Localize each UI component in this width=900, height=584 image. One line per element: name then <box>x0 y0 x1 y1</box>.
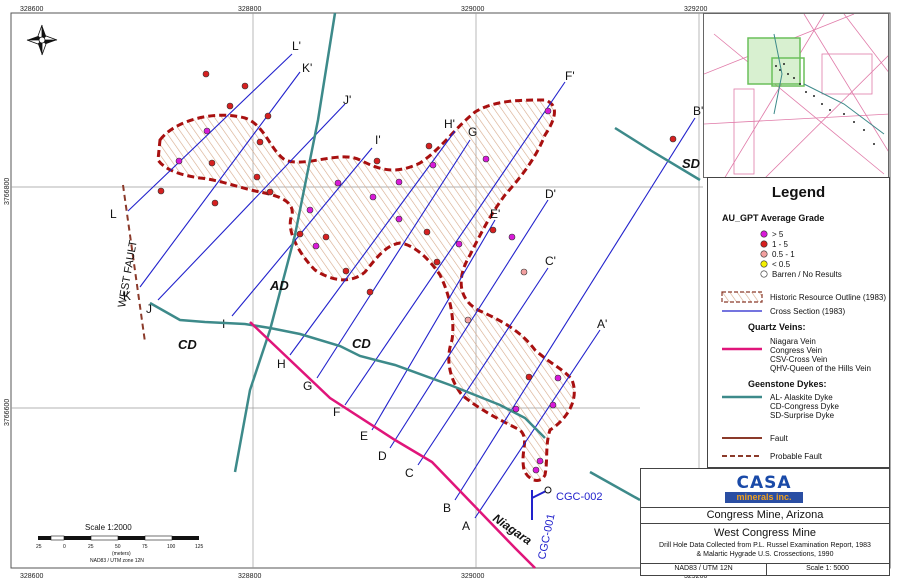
grid-label-x-bottom: 329000 <box>461 573 484 580</box>
map-source-line-1: Drill Hole Data Collected from P.L. Russ… <box>659 542 871 549</box>
section-label-end: H' <box>444 117 455 131</box>
grid-label-y: 3766800 <box>4 178 11 205</box>
map-location: Congress Mine, Arizona <box>706 509 824 521</box>
section-label-end: J' <box>343 93 351 107</box>
map-datum: NAD83 / UTM 12N <box>674 565 733 572</box>
legend-quartz-item: CSV-Cross Vein <box>770 355 828 364</box>
legend-grade-item: < 0.5 <box>772 260 791 269</box>
legend-grade-item: Barren / No Results <box>772 270 842 279</box>
drill-hole-collar <box>544 486 552 494</box>
section-label-end: G <box>468 125 477 139</box>
section-label-end: B' <box>693 104 703 118</box>
section-label-end: L' <box>292 39 301 53</box>
section-label-start: D <box>378 449 387 463</box>
dyke-label-cd: CD <box>352 336 371 351</box>
dyke-label-cd: CD <box>178 337 197 352</box>
drill-hole-label-cgc-002: CGC-002 <box>556 491 602 503</box>
section-label-start: H <box>277 357 286 371</box>
section-label-start: F <box>333 405 340 419</box>
legend-dyke-item: SD-Surprise Dyke <box>770 411 835 420</box>
section-label-end: K' <box>302 61 312 75</box>
legend-quartz-item: Niagara Vein <box>770 337 816 346</box>
map-source-line-2: & Malartic Hygrade U.S. Crossections, 19… <box>696 551 834 558</box>
legend-cross-section: Cross Section (1983) <box>770 307 846 316</box>
scale-bar-title: Scale 1:2000 <box>85 523 132 532</box>
section-label-start: B <box>443 501 451 515</box>
section-label-start: A <box>462 519 470 533</box>
section-label-start: C <box>405 466 414 480</box>
drill-hole-label-cgc-001: CGC-001 <box>536 513 557 561</box>
grid-label-x-bottom: 328800 <box>238 573 261 580</box>
section-label-end: C' <box>545 254 556 268</box>
legend-quartz-heading: Quartz Veins: <box>748 322 806 332</box>
dyke-label-ad: AD <box>269 278 289 293</box>
north-arrow-icon <box>26 24 58 56</box>
legend-grade-item: 1 - 5 <box>772 240 789 249</box>
grid-label-y: 3766600 <box>4 399 11 426</box>
map-legend: Legend AU_GPT Average Grade > 5 1 - 5 0.… <box>707 177 890 468</box>
grid-label-x-top: 329000 <box>461 6 484 13</box>
grid-label-x-top: 328600 <box>20 6 43 13</box>
legend-grade-item: 0.5 - 1 <box>772 250 795 259</box>
section-label-end: D' <box>545 187 556 201</box>
grid-label-x-top: 329200 <box>684 6 707 13</box>
legend-dyke-heading: Geenstone Dykes: <box>748 379 827 389</box>
inset-locator-map <box>703 13 889 178</box>
scale-bar: Scale 1:2000 25 0 25 50 75 100 125 (mete… <box>36 523 204 564</box>
section-label-end: A' <box>597 317 607 331</box>
legend-quartz-item: QHV-Queen of the Hills Vein <box>770 364 871 373</box>
west-fault-label: WEST FAULT <box>116 239 140 308</box>
casa-minerals-logo: CASA minerals inc. <box>725 475 803 504</box>
scale-bar-units: (meters) <box>112 551 131 557</box>
coordinate-grid <box>11 13 703 568</box>
map-project-title: West Congress Mine <box>714 527 816 539</box>
scale-bar-datum: NAD83 / UTM zone 12N <box>90 558 144 564</box>
section-label-start: L <box>110 207 117 221</box>
legend-dyke-item: AL- Alaskite Dyke <box>770 393 833 402</box>
dyke-label-sd: SD <box>682 156 701 171</box>
grid-label-x-top: 328800 <box>238 6 261 13</box>
legend-probable-fault: Probable Fault <box>770 452 823 461</box>
section-label-end: F' <box>565 69 575 83</box>
grid-label-x-bottom: 328600 <box>20 573 43 580</box>
legend-fault: Fault <box>770 434 788 443</box>
title-block: CASA minerals inc. Congress Mine, Arizon… <box>640 468 890 576</box>
historic-resource-outline <box>156 98 576 482</box>
legend-grade-item: > 5 <box>772 230 784 239</box>
section-label-start: E <box>360 429 368 443</box>
map-scale: Scale 1: 5000 <box>806 565 849 572</box>
legend-dyke-item: CD-Congress Dyke <box>770 402 839 411</box>
section-label-end: I' <box>375 133 381 147</box>
legend-quartz-item: Congress Vein <box>770 346 823 355</box>
legend-historic-outline: Historic Resource Outline (1983) <box>770 293 887 302</box>
section-label-end: E' <box>490 207 500 221</box>
